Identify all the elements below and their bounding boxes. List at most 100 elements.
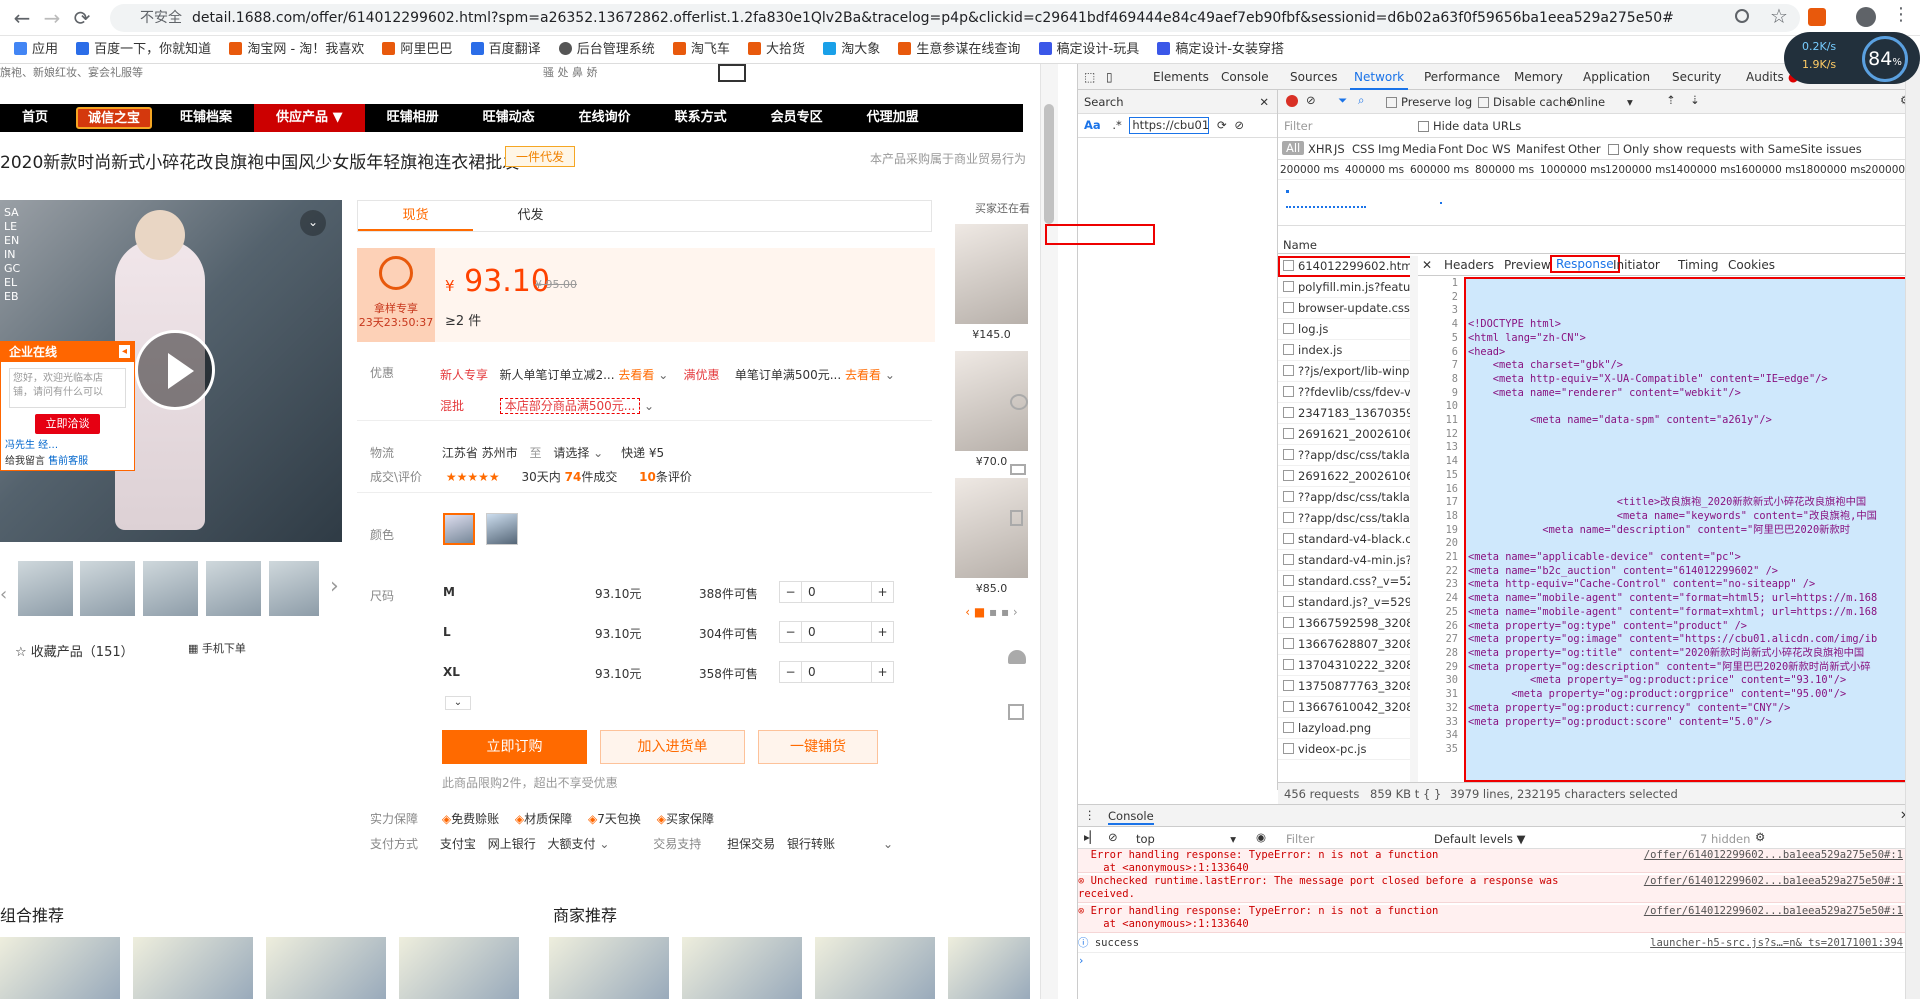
chevron-down-icon[interactable]: ⌄ bbox=[883, 837, 893, 851]
bookmark-icon[interactable] bbox=[1010, 510, 1023, 526]
console-drawer-tab[interactable]: Console bbox=[1108, 809, 1154, 825]
tab-security[interactable]: Security bbox=[1672, 70, 1721, 84]
device-toolbar-icon[interactable]: ▯ bbox=[1106, 70, 1113, 84]
request-row[interactable]: ??app/dsc/css/takla bbox=[1278, 487, 1417, 508]
view-link[interactable]: 去看看 bbox=[618, 368, 654, 382]
guarantee-item[interactable]: ◈7天包换 bbox=[588, 812, 641, 826]
tab-performance[interactable]: Performance bbox=[1424, 70, 1500, 84]
security-indicator[interactable]: 不安全 bbox=[140, 10, 182, 26]
source-link[interactable]: launcher-h5-src.js?s…=n& ts=20171001:394 bbox=[1650, 937, 1903, 950]
collapse-icon[interactable]: ◂ bbox=[118, 345, 130, 358]
tab-audits[interactable]: Audits bbox=[1746, 70, 1784, 84]
tab-headers[interactable]: Headers bbox=[1444, 258, 1494, 272]
type-filter-ws[interactable]: WS bbox=[1492, 142, 1511, 156]
request-row[interactable]: 13667610042_3208 bbox=[1278, 697, 1417, 718]
type-filter-img[interactable]: Img bbox=[1378, 142, 1400, 156]
recommend-image[interactable] bbox=[682, 937, 802, 999]
request-row[interactable]: standard.css?_v=52 bbox=[1278, 571, 1417, 592]
chevron-down-icon[interactable]: ⌄ bbox=[596, 837, 609, 851]
favorite-product[interactable]: ☆ 收藏产品（151） bbox=[15, 641, 134, 660]
chevron-down-icon[interactable]: ⌄ bbox=[640, 399, 654, 413]
request-row[interactable]: 614012299602.html bbox=[1278, 256, 1417, 277]
thumbnail[interactable] bbox=[269, 561, 319, 616]
bookmark-apps[interactable]: 应用 bbox=[14, 36, 58, 63]
response-code[interactable]: <!DOCTYPE html> <html lang="zh-CN"> <head>… bbox=[1468, 277, 1913, 743]
color-swatch-2[interactable] bbox=[486, 513, 518, 545]
hide-data-urls-checkbox[interactable]: Hide data URLs bbox=[1418, 119, 1521, 133]
decrement-button[interactable]: − bbox=[780, 662, 802, 682]
tab-sources[interactable]: Sources bbox=[1290, 70, 1337, 84]
search-input[interactable]: https://cbu01.ali bbox=[1129, 117, 1210, 134]
carousel-dots[interactable]: ‹ ■ ▪ ▪ › bbox=[955, 605, 1028, 619]
chevron-down-icon[interactable]: ⌄ bbox=[589, 446, 603, 460]
chat-now-button[interactable]: 立即洽谈 bbox=[35, 414, 100, 434]
bookmark-gaoding-women[interactable]: 稿定设计-女装穿搭 bbox=[1157, 36, 1284, 63]
thumbnail[interactable] bbox=[143, 561, 198, 616]
name-column-header[interactable]: Name bbox=[1283, 238, 1317, 252]
type-filter-css[interactable]: CSS bbox=[1352, 142, 1375, 156]
tab-response[interactable]: Response bbox=[1550, 255, 1620, 273]
shop-nav-news[interactable]: 旺铺动态 bbox=[461, 104, 557, 132]
chevron-down-icon[interactable]: ⌄ bbox=[300, 210, 326, 236]
request-row[interactable]: 2691622_20026106 bbox=[1278, 466, 1417, 487]
window-scrollbar[interactable] bbox=[1905, 64, 1920, 999]
increment-button[interactable]: + bbox=[871, 622, 893, 642]
samesite-checkbox[interactable]: Only show requests with SameSite issues bbox=[1608, 142, 1862, 156]
request-row[interactable]: log.js bbox=[1278, 319, 1417, 340]
menu-icon[interactable]: ⋮ bbox=[1892, 4, 1910, 25]
request-row[interactable]: ??app/dsc/css/takla bbox=[1278, 508, 1417, 529]
url-bar[interactable]: 不安全 detail.1688.com/offer/614012299602.ht… bbox=[110, 4, 1800, 32]
quantity-input[interactable]: 0 bbox=[802, 622, 871, 642]
clear-icon[interactable]: ⊘ bbox=[1234, 118, 1244, 132]
thumb-next-icon[interactable]: › bbox=[330, 574, 339, 599]
reload-icon[interactable]: ⟳ bbox=[70, 6, 94, 30]
shop-nav-products[interactable]: 供应产品 ▼ bbox=[254, 104, 365, 132]
tab-network[interactable]: Network bbox=[1349, 70, 1409, 90]
clear-console-icon[interactable]: ⊘ bbox=[1108, 830, 1118, 844]
destination-select[interactable]: 请选择 bbox=[553, 446, 589, 460]
search-icon[interactable] bbox=[1735, 9, 1749, 23]
export-icon[interactable]: ⇣ bbox=[1690, 93, 1700, 107]
type-filter-font[interactable]: Font bbox=[1438, 142, 1463, 156]
tab-initiator[interactable]: Initiator bbox=[1613, 258, 1660, 272]
sidebar-toggle-icon[interactable]: ▸▏ bbox=[1084, 830, 1099, 844]
recommend-image[interactable] bbox=[266, 937, 386, 999]
type-filter-all[interactable]: All bbox=[1282, 141, 1305, 155]
bookmark-baidu[interactable]: 百度一下，你就知道 bbox=[76, 36, 211, 63]
type-filter-doc[interactable]: Doc bbox=[1466, 142, 1488, 156]
close-icon[interactable]: ✕ bbox=[1259, 90, 1269, 114]
import-icon[interactable]: ⇡ bbox=[1666, 93, 1676, 107]
mail-icon[interactable] bbox=[1010, 464, 1026, 475]
type-filter-media[interactable]: Media bbox=[1402, 142, 1437, 156]
request-row[interactable]: browser-update.css bbox=[1278, 298, 1417, 319]
view-link[interactable]: 去看看 bbox=[845, 368, 881, 382]
leave-message-link[interactable]: 给我留言 bbox=[5, 456, 45, 467]
console-filter-input[interactable]: Filter bbox=[1286, 832, 1426, 846]
request-row[interactable]: ??js/export/lib-winp bbox=[1278, 361, 1417, 382]
request-row[interactable]: polyfill.min.js?featur bbox=[1278, 277, 1417, 298]
related-product-image[interactable] bbox=[955, 478, 1028, 578]
tab-application[interactable]: Application bbox=[1583, 70, 1650, 84]
request-row[interactable]: ??app/dsc/css/takla bbox=[1278, 445, 1417, 466]
recommend-image[interactable] bbox=[0, 937, 120, 999]
request-row[interactable]: 13704310222_3208 bbox=[1278, 655, 1417, 676]
request-row[interactable]: ??fdevlib/css/fdev-v bbox=[1278, 382, 1417, 403]
refresh-icon[interactable]: ⟳ bbox=[1217, 118, 1227, 132]
type-filter-other[interactable]: Other bbox=[1568, 142, 1601, 156]
request-row[interactable]: standard.js?_v=529. bbox=[1278, 592, 1417, 613]
bookmark-taodaxiang[interactable]: 淘大象 bbox=[823, 36, 880, 63]
bell-icon[interactable] bbox=[1008, 650, 1026, 664]
quantity-input[interactable]: 0 bbox=[802, 582, 871, 602]
pretty-print-button[interactable]: { } bbox=[1423, 787, 1441, 801]
thumbnail[interactable] bbox=[80, 561, 135, 616]
star-icon[interactable]: ☆ bbox=[1770, 4, 1788, 28]
regex-toggle[interactable]: .* bbox=[1112, 118, 1121, 132]
shop-nav-inquiry[interactable]: 在线询价 bbox=[557, 104, 653, 132]
recommend-image[interactable] bbox=[815, 937, 935, 999]
color-swatch-1[interactable] bbox=[443, 513, 475, 545]
clear-icon[interactable]: ⊘ bbox=[1306, 93, 1316, 107]
shop-nav-album[interactable]: 旺铺相册 bbox=[365, 104, 461, 132]
scrollbar-thumb[interactable] bbox=[1044, 104, 1054, 224]
request-row[interactable]: 13667592598_3208 bbox=[1278, 613, 1417, 634]
guarantee-item[interactable]: ◈材质保障 bbox=[515, 812, 572, 826]
